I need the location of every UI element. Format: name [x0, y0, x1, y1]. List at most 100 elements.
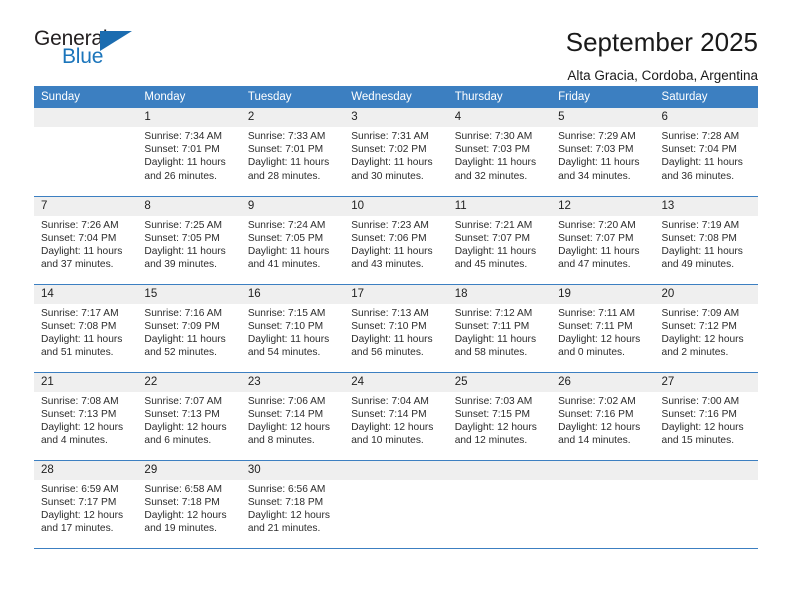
calendar-day-cell[interactable] [344, 459, 448, 549]
day-number: 17 [344, 284, 448, 304]
detail-sunrise: Sunrise: 7:07 AM [144, 395, 223, 407]
day-number: 26 [551, 372, 655, 392]
calendar-day-cell[interactable]: 2 Sunrise: 7:33 AM Sunset: 7:01 PM Daylight… [240, 108, 345, 196]
weekday-header-wednesday: Wednesday [344, 86, 448, 108]
day-number: 12 [551, 196, 655, 216]
detail-daylight-a: Daylight: 12 hours [454, 421, 537, 433]
calendar-day-content: 14 Sunrise: 7:17 AM Sunset: 7:08 PM Dayligh… [34, 284, 138, 372]
detail-daylight-b: and 41 minutes. [247, 259, 321, 271]
calendar-day-cell[interactable]: 18 Sunrise: 7:12 AM Sunset: 7:11 PM Dayligh… [447, 283, 552, 372]
calendar-day-cell[interactable]: 15 Sunrise: 7:16 AM Sunset: 7:09 PM Dayligh… [137, 283, 241, 372]
calendar-day-empty [344, 460, 448, 549]
calendar-day-cell[interactable]: 11 Sunrise: 7:21 AM Sunset: 7:07 PM Dayligh… [447, 195, 552, 284]
page-header: General Blue September 2025 Alta Gracia,… [34, 0, 758, 83]
calendar-day-cell[interactable]: 23 Sunrise: 7:06 AM Sunset: 7:14 PM Dayligh… [240, 371, 345, 460]
calendar-day-cell[interactable]: 24 Sunrise: 7:04 AM Sunset: 7:14 PM Dayligh… [344, 371, 448, 460]
calendar-day-cell[interactable] [654, 459, 758, 548]
detail-daylight-a: Daylight: 12 hours [144, 509, 227, 521]
detail-sunset: Sunset: 7:02 PM [351, 144, 427, 156]
calendar-day-cell[interactable]: 26 Sunrise: 7:02 AM Sunset: 7:16 PM Dayligh… [551, 371, 655, 460]
detail-daylight-b: and 36 minutes. [661, 170, 735, 182]
day-details: Sunrise: 7:12 AM Sunset: 7:11 PM Daylight:… [448, 304, 551, 360]
calendar-day-cell[interactable]: 22 Sunrise: 7:07 AM Sunset: 7:13 PM Dayligh… [137, 371, 241, 460]
detail-daylight-a: Daylight: 11 hours [144, 333, 226, 345]
detail-daylight-b: and 43 minutes. [351, 259, 424, 271]
detail-daylight-b: and 14 minutes. [558, 435, 631, 447]
detail-daylight-a: Daylight: 11 hours [41, 333, 123, 345]
calendar-day-cell[interactable]: 17 Sunrise: 7:13 AM Sunset: 7:10 PM Dayligh… [344, 283, 448, 372]
calendar-day-cell[interactable]: 21 Sunrise: 7:08 AM Sunset: 7:13 PM Dayligh… [34, 371, 138, 460]
calendar-day-cell[interactable]: 19 Sunrise: 7:11 AM Sunset: 7:11 PM Dayligh… [551, 283, 655, 372]
weekday-header-saturday: Saturday [654, 86, 758, 108]
day-number: 20 [654, 284, 758, 304]
calendar-day-cell[interactable]: 25 Sunrise: 7:03 AM Sunset: 7:15 PM Dayligh… [447, 371, 552, 460]
day-number [344, 460, 448, 480]
calendar-day-cell[interactable]: 3 Sunrise: 7:31 AM Sunset: 7:02 PM Daylight… [344, 108, 448, 196]
calendar-day-cell[interactable]: 4 Sunrise: 7:30 AM Sunset: 7:03 PM Daylight… [447, 108, 552, 196]
detail-sunset: Sunset: 7:17 PM [41, 496, 117, 508]
location-subtitle: Alta Gracia, Cordoba, Argentina [567, 67, 758, 83]
calendar-day-content: 4 Sunrise: 7:30 AM Sunset: 7:03 PM Daylight… [447, 108, 552, 196]
detail-daylight-a: Daylight: 12 hours [247, 421, 330, 433]
detail-daylight-b: and 52 minutes. [144, 347, 217, 359]
calendar-day-cell[interactable]: 14 Sunrise: 7:17 AM Sunset: 7:08 PM Dayligh… [34, 283, 138, 372]
calendar-day-content: 13 Sunrise: 7:19 AM Sunset: 7:08 PM Dayligh… [654, 196, 758, 284]
detail-daylight-a: Daylight: 11 hours [247, 157, 330, 169]
brand-name-blue: Blue [62, 45, 104, 68]
detail-daylight-a: Daylight: 11 hours [454, 333, 537, 345]
detail-sunset: Sunset: 7:18 PM [247, 496, 324, 508]
calendar-day-cell[interactable] [447, 459, 552, 548]
detail-sunrise: Sunrise: 7:31 AM [351, 131, 429, 142]
calendar-day-cell[interactable]: 10 Sunrise: 7:23 AM Sunset: 7:06 PM Dayligh… [344, 195, 448, 284]
calendar-day-content: 3 Sunrise: 7:31 AM Sunset: 7:02 PM Daylight… [344, 108, 448, 196]
detail-sunset: Sunset: 7:04 PM [661, 144, 737, 156]
detail-daylight-b: and 56 minutes. [351, 347, 424, 359]
calendar-day-cell[interactable] [34, 108, 138, 196]
calendar-day-content: 23 Sunrise: 7:06 AM Sunset: 7:14 PM Dayligh… [240, 372, 345, 460]
detail-sunrise: Sunrise: 7:19 AM [661, 219, 740, 231]
day-details: Sunrise: 7:25 AM Sunset: 7:05 PM Daylight:… [137, 216, 240, 272]
detail-daylight-b: and 17 minutes. [41, 523, 114, 535]
detail-sunrise: Sunrise: 7:12 AM [454, 307, 533, 319]
calendar-day-cell[interactable]: 6 Sunrise: 7:28 AM Sunset: 7:04 PM Daylight… [654, 108, 758, 196]
detail-sunrise: Sunrise: 7:29 AM [558, 131, 636, 142]
calendar-day-cell[interactable]: 20 Sunrise: 7:09 AM Sunset: 7:12 PM Dayligh… [654, 283, 758, 372]
calendar-day-cell[interactable]: 1 Sunrise: 7:34 AM Sunset: 7:01 PM Daylight… [137, 108, 241, 196]
day-number: 27 [654, 372, 758, 392]
calendar-day-cell[interactable]: 28 Sunrise: 6:59 AM Sunset: 7:17 PM Dayligh… [34, 459, 138, 549]
day-number: 2 [240, 108, 345, 127]
calendar-day-cell[interactable]: 8 Sunrise: 7:25 AM Sunset: 7:05 PM Daylight… [137, 195, 241, 284]
detail-daylight-a: Daylight: 11 hours [558, 245, 640, 257]
calendar-day-content: 2 Sunrise: 7:33 AM Sunset: 7:01 PM Daylight… [240, 108, 345, 196]
detail-sunrise: Sunrise: 7:24 AM [247, 219, 326, 231]
detail-daylight-a: Daylight: 12 hours [661, 333, 744, 345]
detail-sunset: Sunset: 7:14 PM [247, 408, 324, 420]
calendar-day-cell[interactable]: 30 Sunrise: 6:56 AM Sunset: 7:18 PM Dayligh… [240, 459, 345, 548]
calendar-day-cell[interactable]: 7 Sunrise: 7:26 AM Sunset: 7:04 PM Daylight… [34, 195, 138, 284]
calendar-day-cell[interactable]: 27 Sunrise: 7:00 AM Sunset: 7:16 PM Dayligh… [654, 371, 758, 460]
calendar-day-cell[interactable]: 16 Sunrise: 7:15 AM Sunset: 7:10 PM Dayligh… [240, 283, 345, 372]
calendar-day-cell[interactable]: 5 Sunrise: 7:29 AM Sunset: 7:03 PM Daylight… [551, 108, 655, 196]
calendar-day-content: 28 Sunrise: 6:59 AM Sunset: 7:17 PM Dayligh… [34, 460, 138, 549]
day-number: 18 [447, 284, 552, 304]
detail-sunset: Sunset: 7:03 PM [558, 144, 634, 156]
day-number [447, 460, 552, 480]
calendar-day-cell[interactable]: 13 Sunrise: 7:19 AM Sunset: 7:08 PM Dayligh… [654, 195, 758, 284]
calendar-day-cell[interactable]: 9 Sunrise: 7:24 AM Sunset: 7:05 PM Daylight… [240, 195, 345, 284]
detail-daylight-b: and 4 minutes. [41, 435, 108, 447]
detail-daylight-a: Daylight: 12 hours [247, 509, 330, 521]
detail-sunrise: Sunrise: 7:25 AM [144, 219, 223, 231]
detail-daylight-a: Daylight: 12 hours [351, 421, 434, 433]
day-details: Sunrise: 7:29 AM Sunset: 7:03 PM Daylight:… [551, 127, 654, 183]
calendar-day-cell[interactable] [551, 459, 655, 548]
calendar-day-cell[interactable]: 12 Sunrise: 7:20 AM Sunset: 7:07 PM Dayligh… [551, 195, 655, 284]
day-number: 7 [34, 196, 138, 216]
calendar-day-cell[interactable]: 29 Sunrise: 6:58 AM Sunset: 7:18 PM Dayligh… [137, 459, 241, 548]
calendar-day-content: 24 Sunrise: 7:04 AM Sunset: 7:14 PM Dayligh… [344, 372, 448, 460]
brand-logo[interactable]: General Blue [34, 26, 144, 74]
calendar-day-content: 17 Sunrise: 7:13 AM Sunset: 7:10 PM Dayligh… [344, 284, 448, 372]
detail-daylight-b: and 39 minutes. [144, 259, 217, 271]
detail-sunset: Sunset: 7:11 PM [558, 320, 633, 332]
day-number [551, 460, 655, 480]
detail-daylight-b: and 34 minutes. [558, 170, 631, 182]
